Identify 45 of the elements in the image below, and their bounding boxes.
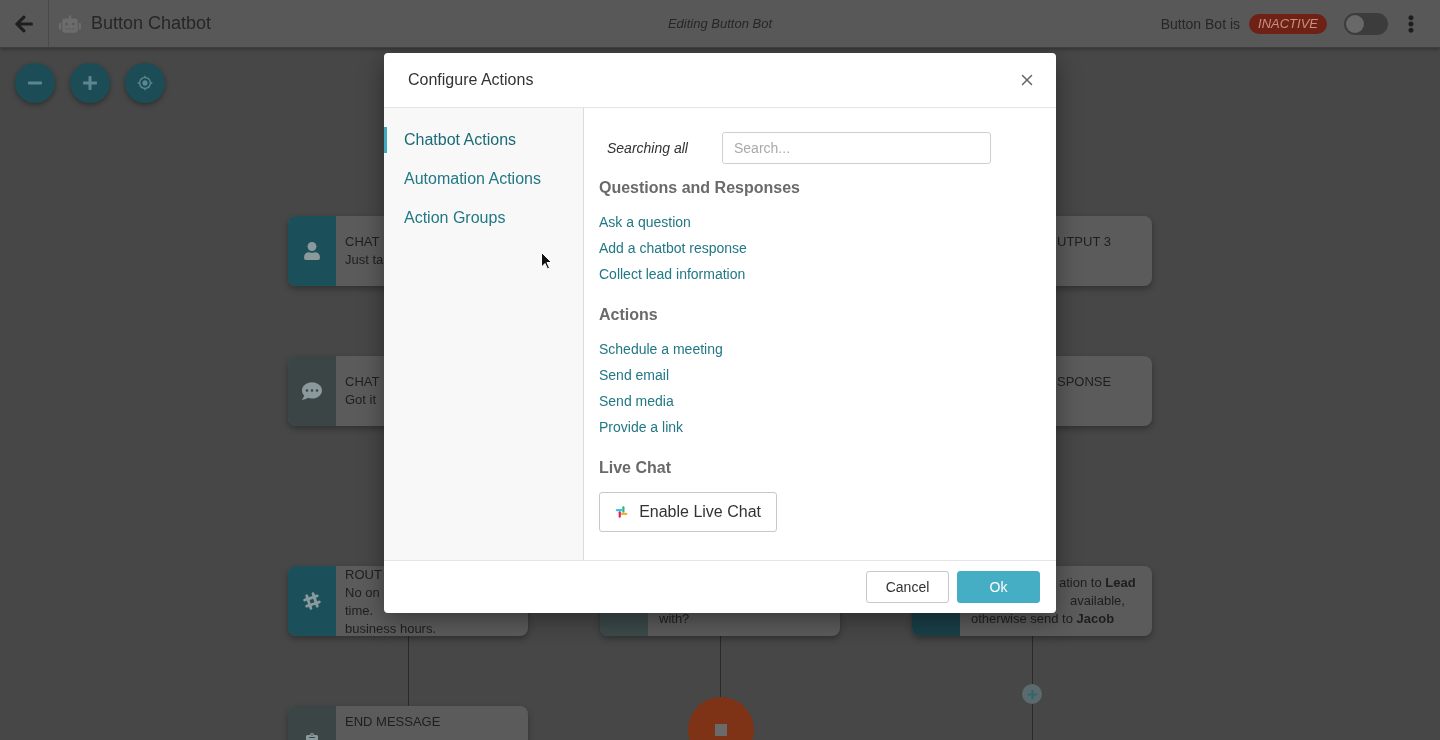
node-text: time. [345,602,374,620]
node-title: CHAT [345,233,380,251]
speech-bubble-icon [302,381,322,401]
plus-icon [1026,688,1038,700]
section-heading: Actions [599,306,658,324]
node-title: UTPUT 3 [1057,233,1111,251]
nav-tab[interactable]: Chatbot Actions [384,127,517,153]
action-link[interactable]: Collect lead information [599,265,746,283]
arrow-left-icon [14,13,34,34]
action-link[interactable]: Send media [599,392,674,410]
stop-icon [715,724,727,736]
zoom-out-button[interactable] [15,63,55,103]
action-link[interactable]: Schedule a meeting [599,340,723,358]
node-title: SPONSE [1057,373,1112,391]
action-link[interactable]: Send email [599,366,670,384]
action-link[interactable]: Provide a link [599,418,684,436]
node-text: business hours. [345,620,437,636]
node-title: ROUT [345,566,382,584]
action-link[interactable]: Add a chatbot response [599,239,747,257]
add-step-button[interactable] [1022,684,1042,704]
slack-logo-icon [615,503,629,521]
recenter-button[interactable] [125,63,165,103]
dialog-title: Configure Actions [408,71,534,89]
enable-live-chat-button[interactable]: Enable Live Chat [599,492,777,532]
hash-icon [302,591,322,611]
cancel-button[interactable]: Cancel [866,571,949,603]
zoom-in-button[interactable] [70,63,110,103]
node-text: No on [345,584,380,602]
nav-tab[interactable]: Automation Actions [384,166,541,192]
search-scope-label: Searching all [607,140,689,156]
nav-tab[interactable]: Action Groups [384,205,506,231]
node-text: ation to Lead [1059,574,1136,592]
plus-icon [82,75,98,91]
search-field[interactable]: Search... [722,132,991,164]
crosshair-icon [137,75,153,91]
action-link[interactable]: Ask a question [599,213,691,231]
section-heading: Live Chat [599,459,671,477]
section-heading: Questions and Responses [599,179,800,197]
status-badge: INACTIVE [1249,13,1327,34]
mouse-pointer-icon [541,252,552,270]
node-title: CHAT [345,373,380,391]
active-toggle[interactable] [1344,12,1388,35]
node-text: available, [1070,592,1125,610]
user-icon [303,242,321,260]
node-title: END MESSAGE [345,713,441,731]
